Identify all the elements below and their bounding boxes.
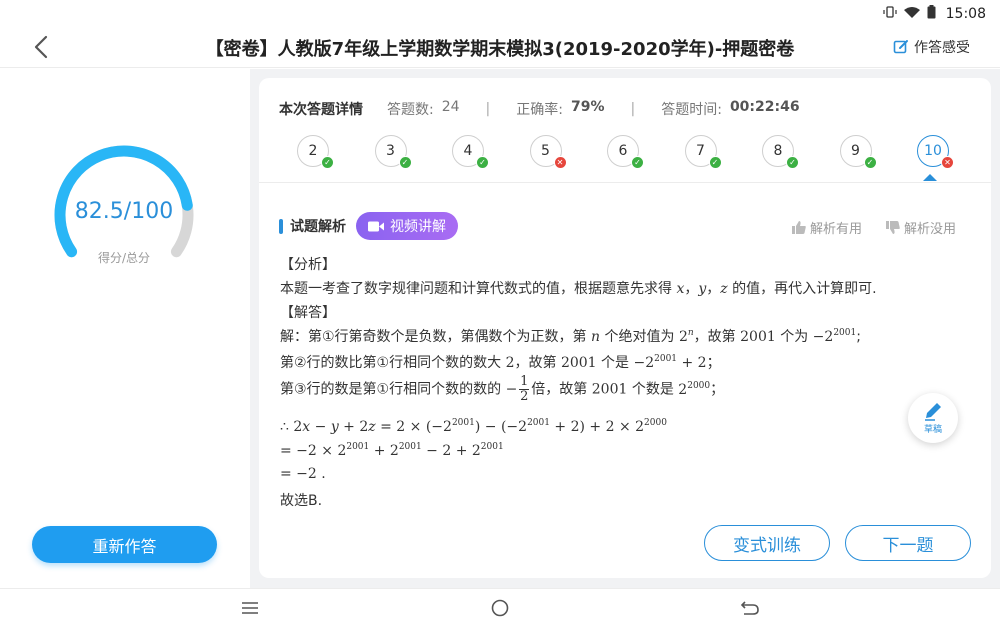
score-panel: 82.5/100 得分/总分 重新作答 xyxy=(0,69,250,588)
answer-summary: 本次答题详情 答题数: 24 | 正确率: 79% | 答题时间: 00:22:46 xyxy=(279,99,800,119)
cross-icon: ✕ xyxy=(941,156,954,169)
analysis-text: 本题一考查了数字规律问题和计算代数式的值，根据题意先求得 x，y，z 的值，再代… xyxy=(280,281,877,297)
question-number-10[interactable]: 10 ✕ xyxy=(917,135,954,169)
score-value: 82.5/100 xyxy=(74,199,174,224)
useful-label: 解析有用 xyxy=(810,222,863,237)
analysis-title: 试题解析 xyxy=(290,219,346,235)
time-value: 00:22:46 xyxy=(729,99,800,115)
clock: 15:08 xyxy=(945,6,986,22)
check-icon: ✓ xyxy=(398,156,412,169)
feedback-label: 作答感受 xyxy=(914,40,970,56)
count-value: 24 xyxy=(441,99,460,115)
divider xyxy=(259,182,991,183)
separator: | xyxy=(630,101,636,117)
accent-bar xyxy=(279,218,283,234)
question-number-label: 7 xyxy=(696,143,705,159)
active-question-pointer xyxy=(923,174,937,181)
useless-label: 解析没用 xyxy=(904,222,957,237)
check-icon: ✓ xyxy=(476,156,489,169)
separator: | xyxy=(485,101,491,117)
equation-line-1: ∴ 2x − y + 2z = 2 × (−22001) − (−22001 +… xyxy=(280,418,667,435)
analysis-header: 试题解析 视频讲解 xyxy=(279,212,458,240)
status-icons: 15:08 xyxy=(883,5,986,23)
back-nav-button[interactable] xyxy=(735,595,765,621)
time-label: 答题时间: xyxy=(661,102,722,118)
menu-icon xyxy=(242,602,258,614)
page-title: 【密卷】人教版7年级上学期数学期末模拟3(2019-2020学年)-押题密卷 xyxy=(205,39,795,60)
question-number-label: 6 xyxy=(618,143,628,159)
thumb-up-icon xyxy=(792,221,806,234)
accuracy-value: 79% xyxy=(570,99,605,115)
question-number-3[interactable]: 3 ✓ xyxy=(374,135,412,169)
edit-icon xyxy=(893,40,908,54)
question-number-9[interactable]: 9 ✓ xyxy=(839,135,877,169)
count-label: 答题数: xyxy=(387,102,434,118)
home-circle-icon xyxy=(491,599,509,617)
redo-button[interactable]: 重新作答 xyxy=(32,526,217,563)
question-number-label: 8 xyxy=(773,143,783,159)
variant-training-button[interactable]: 变式训练 xyxy=(704,525,830,561)
check-icon: ✓ xyxy=(863,156,877,169)
conclusion: 故选B. xyxy=(280,493,323,509)
question-number-label: 3 xyxy=(386,143,395,159)
result-card: 本次答题详情 答题数: 24 | 正确率: 79% | 答题时间: 00:22:46 … xyxy=(259,78,991,578)
vibrate-icon xyxy=(883,6,897,22)
menu-button[interactable] xyxy=(235,595,265,621)
question-number-8[interactable]: 8 ✓ xyxy=(762,135,799,169)
question-number-label: 4 xyxy=(463,143,473,159)
question-number-2[interactable]: 2 ✓ xyxy=(297,135,334,169)
useless-button[interactable]: 解析没用 xyxy=(886,218,956,237)
video-explanation-button[interactable]: 视频讲解 xyxy=(356,212,458,240)
check-icon: ✓ xyxy=(631,156,644,169)
solution-line-1: 解：第①行第奇数个是负数，第偶数个为正数，第 n 个绝对值为 2n，故第 200… xyxy=(280,328,861,345)
question-number-label: 2 xyxy=(308,143,318,159)
score-label: 得分/总分 xyxy=(97,251,151,265)
draft-label: 草稿 xyxy=(923,425,942,435)
question-number-list: 2 ✓ 3 ✓ 4 ✓ 5 ✕ 6 ✓ 7 ✓ 8 ✓ 9 ✓ 10 ✕ xyxy=(297,135,957,171)
back-arrow-icon xyxy=(740,601,759,615)
question-number-7[interactable]: 7 ✓ xyxy=(684,135,722,169)
accuracy-label: 正确率: xyxy=(516,102,563,118)
check-icon: ✓ xyxy=(786,156,799,169)
solution-line-2: 第②行的数比第①行相同个数的数大 2，故第 2001 个是 −22001 + 2… xyxy=(280,354,721,371)
section-answer: 【解答】 xyxy=(280,305,336,321)
thumb-down-icon xyxy=(886,221,900,234)
app-header: 【密卷】人教版7年级上学期数学期末模拟3(2019-2020学年)-押题密卷 作… xyxy=(0,28,1000,68)
draft-button[interactable]: 草稿 xyxy=(908,393,958,443)
summary-title: 本次答题详情 xyxy=(279,102,363,118)
solution-line-3: 第③行的数是第①行相同个数的数的 −1 2 倍，故第 2001 个数是 22000； xyxy=(280,374,725,404)
video-label: 视频讲解 xyxy=(390,219,446,235)
section-analysis: 【分析】 xyxy=(280,257,336,273)
check-icon: ✓ xyxy=(708,156,722,169)
equation-line-3: = −2 . xyxy=(280,466,326,482)
check-icon: ✓ xyxy=(321,156,334,169)
status-bar: 15:08 xyxy=(0,0,1000,28)
pencil-icon xyxy=(925,403,941,421)
system-nav-bar xyxy=(0,588,1000,625)
cross-icon: ✕ xyxy=(553,156,567,169)
home-button[interactable] xyxy=(485,595,515,621)
wifi-icon xyxy=(903,6,921,23)
question-number-5[interactable]: 5 ✕ xyxy=(529,135,567,169)
next-question-button[interactable]: 下一题 xyxy=(845,525,971,561)
feedback-button[interactable]: 作答感受 xyxy=(893,37,970,57)
video-camera-icon xyxy=(368,221,384,231)
question-number-label: 10 xyxy=(924,143,942,159)
equation-line-2: = −2 × 22001 + 22001 − 2 + 22001 xyxy=(280,442,504,459)
question-number-4[interactable]: 4 ✓ xyxy=(452,135,489,169)
question-number-label: 5 xyxy=(541,143,550,159)
question-number-6[interactable]: 6 ✓ xyxy=(607,135,644,169)
useful-button[interactable]: 解析有用 xyxy=(792,218,862,237)
question-number-label: 9 xyxy=(851,143,860,159)
battery-icon xyxy=(927,5,936,23)
